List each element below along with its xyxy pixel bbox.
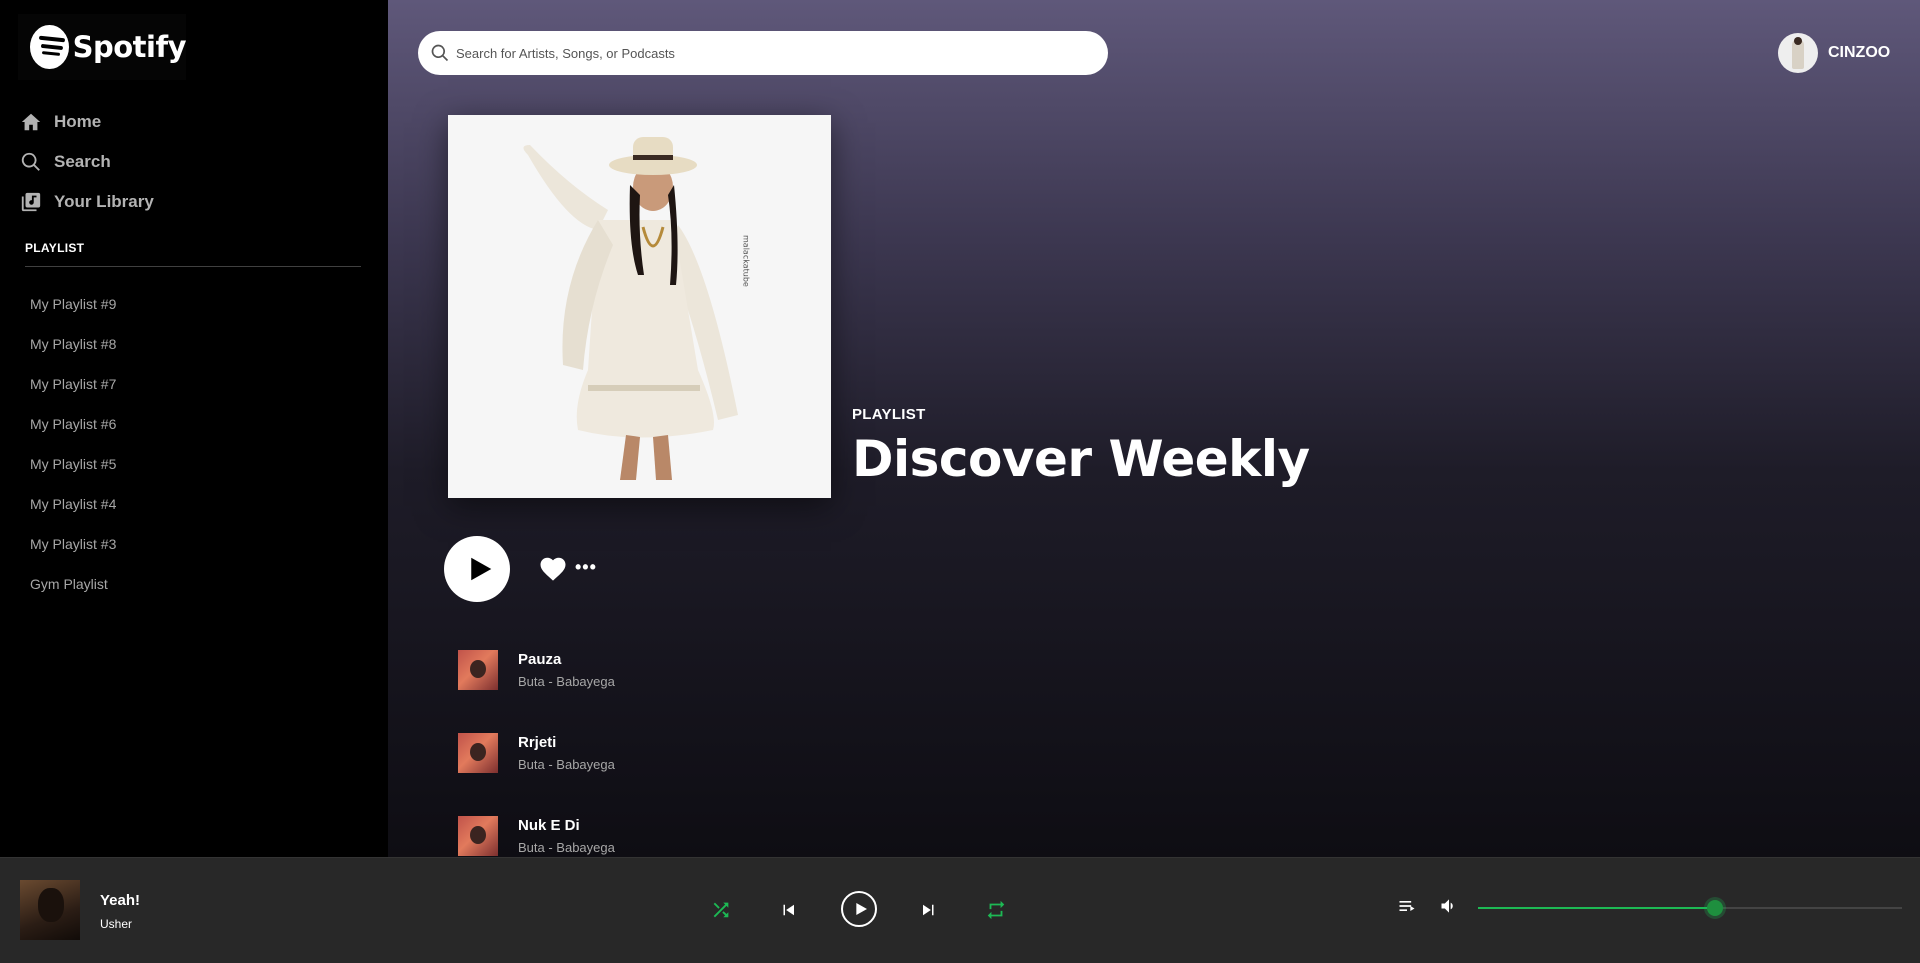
play-playlist-button[interactable] (444, 536, 510, 602)
sidebar-playlist-item[interactable]: My Playlist #6 (30, 404, 116, 444)
search-icon (431, 44, 449, 62)
nav-item-your-library[interactable]: Your Library (20, 182, 154, 222)
track-row[interactable]: Rrjeti Buta - Babayega (458, 731, 1058, 814)
playlist-type-label: PLAYLIST (852, 406, 926, 423)
volume-slider[interactable] (1478, 900, 1902, 916)
sidebar: Spotify Home Search Your Library PLAYLIS… (0, 0, 388, 857)
shuffle-icon (713, 902, 729, 918)
search-icon (21, 152, 40, 171)
track-artist: Buta - Babayega (518, 757, 615, 772)
track-artist: Buta - Babayega (518, 674, 615, 689)
heart-icon (540, 557, 566, 581)
play-icon (855, 903, 867, 915)
cover-figure-illustration: malackatube (448, 115, 831, 498)
player-bar: Yeah! Usher (0, 857, 1920, 963)
now-playing-album-art[interactable] (20, 880, 80, 940)
nav-item-search[interactable]: Search (20, 142, 154, 182)
skip-previous-icon (783, 904, 794, 916)
next-track-button[interactable] (917, 898, 941, 922)
track-name: Rrjeti (518, 734, 557, 751)
main-content: CINZOO malackatube PLAYL (388, 0, 1920, 857)
volume-icon (1441, 899, 1453, 913)
spotify-logo-icon (30, 25, 69, 69)
playlist-list: My Playlist #9 My Playlist #8 My Playlis… (30, 284, 116, 604)
search-bar[interactable] (418, 31, 1108, 75)
home-icon (21, 113, 41, 131)
track-album-art (458, 650, 498, 690)
queue-button[interactable] (1396, 895, 1418, 917)
volume-slider-fill (1478, 907, 1716, 909)
playlist-cover-image: malackatube (448, 115, 831, 498)
nav-item-home[interactable]: Home (20, 102, 154, 142)
sidebar-playlist-item[interactable]: My Playlist #4 (30, 484, 116, 524)
track-album-art (458, 816, 498, 856)
avatar (1778, 33, 1818, 73)
sidebar-playlist-item[interactable]: My Playlist #9 (30, 284, 116, 324)
track-name: Nuk E Di (518, 817, 580, 834)
play-pause-button[interactable] (841, 891, 877, 927)
play-icon (470, 557, 491, 581)
repeat-button[interactable] (984, 898, 1008, 922)
previous-track-button[interactable] (776, 898, 800, 922)
more-options-button[interactable]: ••• (575, 557, 597, 578)
sidebar-playlist-item[interactable]: My Playlist #7 (30, 364, 116, 404)
volume-button[interactable] (1438, 895, 1460, 917)
now-playing-artist[interactable]: Usher (100, 917, 132, 931)
playlist-section-heading: PLAYLIST (25, 241, 85, 255)
spotify-logo[interactable]: Spotify (18, 14, 187, 80)
user-menu[interactable]: CINZOO (1778, 33, 1890, 73)
repeat-icon (987, 900, 1005, 920)
sidebar-playlist-item[interactable]: My Playlist #8 (30, 324, 116, 364)
track-list: Pauza Buta - Babayega Rrjeti Buta - Baba… (458, 648, 1058, 857)
track-album-art (458, 733, 498, 773)
sidebar-divider (25, 266, 361, 267)
spotify-wordmark: Spotify (72, 30, 187, 64)
nav-item-label: Search (54, 152, 111, 171)
more-icon: ••• (575, 557, 597, 577)
playlist-title: Discover Weekly (852, 430, 1310, 488)
track-row[interactable]: Nuk E Di Buta - Babayega (458, 814, 1058, 857)
svg-text:malackatube: malackatube (742, 235, 751, 287)
search-input[interactable] (456, 45, 1056, 61)
nav-item-label: Home (54, 112, 102, 131)
skip-next-icon (923, 904, 934, 916)
now-playing-title[interactable]: Yeah! (100, 892, 140, 909)
sidebar-playlist-item[interactable]: Gym Playlist (30, 564, 116, 604)
username: CINZOO (1828, 44, 1891, 61)
queue-icon (1399, 901, 1415, 911)
library-icon (21, 192, 41, 212)
sidebar-playlist-item[interactable]: My Playlist #5 (30, 444, 116, 484)
track-name: Pauza (518, 651, 562, 668)
track-row[interactable]: Pauza Buta - Babayega (458, 648, 1058, 731)
like-button[interactable] (538, 554, 568, 584)
track-artist: Buta - Babayega (518, 840, 615, 855)
sidebar-playlist-item[interactable]: My Playlist #3 (30, 524, 116, 564)
main-nav: Home Search Your Library (20, 102, 154, 222)
shuffle-button[interactable] (709, 898, 733, 922)
nav-item-label: Your Library (54, 192, 154, 211)
